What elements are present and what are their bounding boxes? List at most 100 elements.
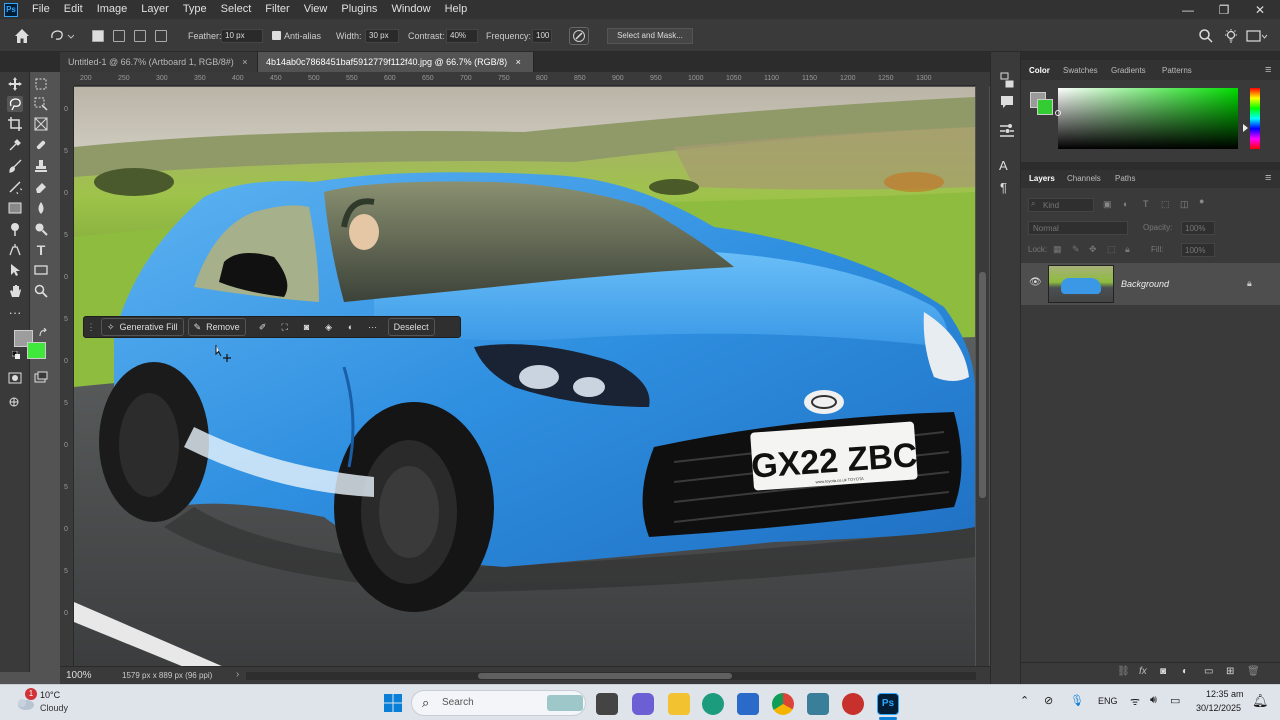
blur-tool-icon[interactable] [33,200,49,216]
battery-icon[interactable]: ▭ [1170,694,1180,707]
paragraph-panel-icon[interactable]: ¶ [1000,180,1016,196]
contextual-taskbar-toggle-icon[interactable] [7,394,23,410]
character-panel-icon[interactable]: A [999,158,1015,174]
volume-icon[interactable]: 🔊︎ [1150,694,1157,707]
menu-file[interactable]: File [25,0,57,19]
document-canvas[interactable]: GX22 ZBC www.toyota.co.uk TOYOTA [74,87,975,667]
artboard-tool-icon[interactable] [33,76,49,92]
windows-start-icon[interactable] [383,693,403,713]
task-view-icon[interactable] [596,693,618,715]
width-input[interactable]: 30 px [365,29,399,43]
clock-time[interactable]: 12:35 am [1206,689,1244,699]
horizontal-scroll-thumb[interactable] [478,673,732,679]
photoshop-logo-icon[interactable]: Ps [4,2,18,17]
tab-untitled-1[interactable]: Untitled-1 @ 66.7% (Artboard 1, RGB/8#) … [60,52,258,72]
tab-car-photo[interactable]: 4b14ab0c7868451baf5912779f112f40.jpg @ 6… [258,52,534,72]
menu-filter[interactable]: Filter [258,0,296,19]
lasso-tool-icon[interactable] [7,96,23,112]
acrobat-icon[interactable] [842,693,864,715]
filter-smart-object-icon[interactable]: ◫ [1180,199,1189,210]
zoom-tool-icon[interactable] [33,283,49,299]
mask-icon[interactable]: ◙ [296,318,318,336]
edit-toolbar-icon[interactable]: ··· [7,304,23,320]
clock-date[interactable]: 30/12/2025 [1196,703,1241,713]
layer-kind-filter[interactable]: Kind [1028,198,1094,212]
menu-plugins[interactable]: Plugins [334,0,384,19]
swap-colors-icon[interactable] [38,327,48,338]
tab-channels[interactable]: Channels [1067,174,1101,183]
frame-tool-icon[interactable] [33,116,49,132]
path-selection-tool-icon[interactable] [7,262,23,278]
more-options-icon[interactable]: ··· [362,318,384,336]
deselect-button[interactable]: Deselect [387,318,435,336]
object-selection-tool-icon[interactable] [33,96,49,112]
crop-tool-icon[interactable] [7,116,23,132]
pen-pressure-icon[interactable] [569,27,589,45]
layer-style-fx-icon[interactable]: fx [1139,666,1147,677]
minimize-button[interactable]: — [1170,0,1206,19]
transform-selection-icon[interactable]: ⛶ [274,318,296,336]
lock-transparency-icon[interactable]: ▦ [1053,244,1062,255]
layer-name[interactable]: Background [1121,279,1169,289]
tab-layers[interactable]: Layers [1029,174,1055,183]
taskbar-search-box[interactable]: ⌕ Search [411,690,586,716]
weather-description[interactable]: Cloudy [40,703,68,713]
tab-swatches[interactable]: Swatches [1063,66,1098,75]
menu-select[interactable]: Select [214,0,259,19]
maximize-button[interactable]: ❐ [1206,0,1242,19]
zoom-level[interactable]: 100% [66,670,92,681]
add-selection-icon[interactable] [113,30,125,42]
eyedropper-tool-icon[interactable] [7,137,23,153]
move-tool-icon[interactable] [7,76,23,92]
filter-type-icon[interactable]: T [1143,199,1149,209]
notifications-icon[interactable]: 🔔︎ [1252,693,1269,709]
color-picker-marker[interactable] [1055,110,1061,116]
properties-panel-icon[interactable] [999,122,1015,138]
menu-image[interactable]: Image [90,0,135,19]
wifi-icon[interactable]: ᯤ [1130,694,1140,709]
background-color-swatch[interactable] [27,342,46,359]
history-panel-icon[interactable] [999,72,1015,88]
drag-handle-icon[interactable]: ⋮ [84,318,98,336]
adjustment-layer-icon[interactable]: ◐ [340,318,362,336]
close-window-button[interactable]: ✕ [1242,0,1278,19]
hue-slider-marker[interactable] [1243,124,1248,132]
adjustment-layer-icon[interactable]: ◐ [1182,666,1188,677]
menu-view[interactable]: View [297,0,335,19]
status-menu-arrow-icon[interactable]: › [236,669,239,680]
teams-chat-icon[interactable] [632,693,654,715]
modify-selection-icon[interactable]: ✐ [252,318,274,336]
clone-stamp-tool-icon[interactable] [33,158,49,174]
new-selection-icon[interactable] [92,30,104,42]
intersect-selection-icon[interactable] [155,30,167,42]
eraser-tool-icon[interactable] [33,179,49,195]
blend-mode-select[interactable]: Normal [1028,221,1128,235]
menu-help[interactable]: Help [438,0,475,19]
app-icon[interactable] [807,693,829,715]
color-bg-swatch[interactable] [1037,99,1053,115]
screen-mode-icon[interactable] [33,370,49,386]
select-and-mask-button[interactable]: Select and Mask... [607,28,693,44]
color-panel-menu-icon[interactable]: ≡ [1265,64,1271,76]
default-colors-icon[interactable] [11,350,21,360]
lock-all-icon[interactable]: 🔒︎ [1125,244,1130,255]
gradient-tool-icon[interactable] [7,200,23,216]
link-layers-icon[interactable]: ⛓︎ [1117,666,1130,677]
fill-input[interactable]: 100% [1181,243,1215,257]
subtract-selection-icon[interactable] [134,30,146,42]
opacity-input[interactable]: 100% [1181,221,1215,235]
tab-close-icon[interactable]: × [516,57,521,67]
weather-temperature[interactable]: 10°C [40,690,60,700]
menu-layer[interactable]: Layer [134,0,176,19]
menu-type[interactable]: Type [176,0,214,19]
microsoft-store-icon[interactable] [737,693,759,715]
horizontal-scrollbar[interactable] [246,672,976,680]
contrast-input[interactable]: 40% [446,29,478,43]
remove-button[interactable]: ✎ Remove [187,318,246,336]
spot-healing-tool-icon[interactable] [33,137,49,153]
zoom-magnifier-tool-icon[interactable] [33,221,49,237]
comments-panel-icon[interactable] [999,94,1015,110]
tab-gradients[interactable]: Gradients [1111,66,1146,75]
pen-tool-icon[interactable] [7,242,23,258]
type-tool-icon[interactable]: T [33,242,49,258]
